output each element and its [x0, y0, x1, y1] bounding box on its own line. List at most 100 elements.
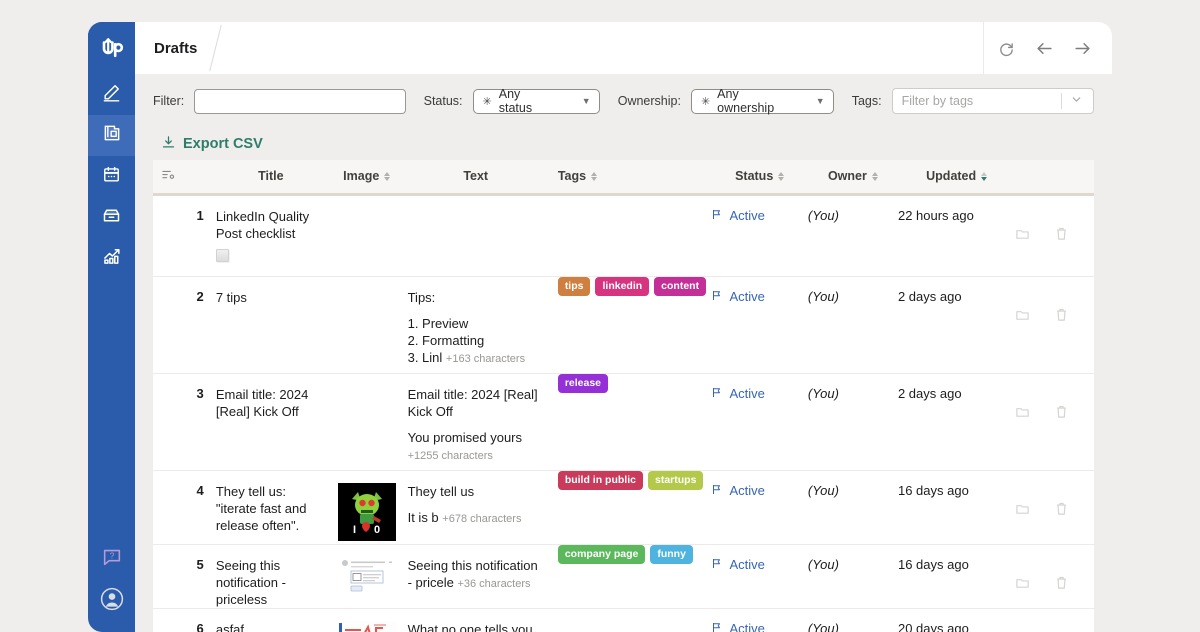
archive-icon[interactable] [1015, 404, 1030, 422]
column-label: Title [258, 169, 283, 183]
column-header-tags[interactable]: Tags [544, 160, 712, 194]
sidebar-item-analytics[interactable] [88, 238, 135, 279]
cell-status[interactable]: Active [711, 544, 807, 608]
sort-icon[interactable] [591, 172, 597, 181]
chart-thumbnail[interactable] [338, 621, 396, 632]
user-avatar-icon[interactable] [100, 587, 124, 616]
cell-text[interactable]: Email title: 2024 [Real] Kick OffYou pro… [408, 373, 544, 470]
forward-arrow-icon[interactable] [1072, 38, 1092, 58]
archive-icon[interactable] [1015, 226, 1030, 244]
refresh-icon[interactable] [996, 38, 1016, 58]
filter-input[interactable] [194, 89, 405, 114]
help-chat-icon[interactable]: ? [101, 546, 123, 573]
tag-chip[interactable]: company page [558, 545, 646, 564]
tag-chip[interactable]: funny [650, 545, 693, 564]
archive-icon[interactable] [1015, 575, 1030, 593]
cell-owner: (You) [808, 276, 898, 373]
cell-status[interactable]: Active [711, 194, 807, 276]
column-header-title[interactable]: Title [216, 160, 326, 194]
tab-drafts[interactable]: Drafts [135, 40, 197, 57]
cell-title[interactable]: 7 tips [216, 276, 326, 373]
trash-icon[interactable] [1054, 501, 1069, 519]
app-logo[interactable] [88, 22, 135, 74]
cell-title[interactable]: They tell us: "iterate fast and release … [216, 470, 326, 544]
trash-icon[interactable] [1054, 307, 1069, 325]
column-label: Owner [828, 169, 867, 183]
row-select-cell[interactable] [153, 544, 184, 608]
cell-status[interactable]: Active [711, 470, 807, 544]
column-header-text[interactable]: Text [408, 160, 544, 194]
row-select-cell[interactable] [153, 373, 184, 470]
cell-image[interactable] [326, 608, 408, 632]
cell-owner: (You) [808, 373, 898, 470]
archive-icon[interactable] [1015, 501, 1030, 519]
tag-chip[interactable]: linkedin [595, 277, 649, 296]
cell-image[interactable] [326, 194, 408, 276]
cell-title[interactable]: Email title: 2024 [Real] Kick Off [216, 373, 326, 470]
archive-icon[interactable] [1015, 307, 1030, 325]
cell-text[interactable]: What no one tells you [408, 608, 544, 632]
screenshot-thumbnail[interactable] [339, 557, 395, 600]
cell-title[interactable]: Seeing this notification - priceless [216, 544, 326, 608]
trash-icon[interactable] [1054, 575, 1069, 593]
ownership-select[interactable]: ✳ Any ownership ▼ [691, 89, 834, 114]
sidebar-bottom: ? [88, 546, 135, 616]
cell-image[interactable] [326, 544, 408, 608]
tag-chip[interactable]: build in public [558, 471, 643, 490]
cell-text[interactable]: Tips:1. Preview2. Formatting3. Linl +163… [408, 276, 544, 373]
tags-filter-input[interactable]: Filter by tags [892, 88, 1094, 114]
cell-tags [544, 608, 712, 632]
export-csv-button[interactable]: Export CSV [161, 135, 263, 154]
cell-text[interactable] [408, 194, 544, 276]
back-arrow-icon[interactable] [1034, 38, 1054, 58]
row-select-cell[interactable] [153, 194, 184, 276]
table-row[interactable]: 5 Seeing this notification - priceless S… [153, 544, 1094, 608]
cell-title[interactable]: asfaf [216, 608, 326, 632]
cell-text[interactable]: They tell usIt is b +678 characters [408, 470, 544, 544]
table-row[interactable]: 2 7 tips Tips:1. Preview2. Formatting3. … [153, 276, 1094, 373]
cell-image[interactable]: I 0 [326, 470, 408, 544]
table-row[interactable]: 4 They tell us: "iterate fast and releas… [153, 470, 1094, 544]
document-thumbnail[interactable] [216, 249, 229, 262]
cell-image[interactable] [326, 373, 408, 470]
sidebar-item-inbox[interactable] [88, 197, 135, 238]
column-header-owner[interactable]: Owner [808, 160, 898, 194]
column-header-updated[interactable]: Updated [898, 160, 1015, 194]
cell-status[interactable]: Active [711, 608, 807, 632]
cell-text[interactable]: Seeing this notification - pricele +36 c… [408, 544, 544, 608]
column-options-header[interactable] [153, 160, 184, 194]
table-row[interactable]: 1 LinkedIn Quality Post checklist Active… [153, 194, 1094, 276]
table-row[interactable]: 6 asfaf What no one tells you [153, 608, 1094, 632]
tag-chip[interactable]: release [558, 374, 608, 393]
cell-owner: (You) [808, 470, 898, 544]
table-row[interactable]: 3 Email title: 2024 [Real] Kick Off Emai… [153, 373, 1094, 470]
row-select-cell[interactable] [153, 608, 184, 632]
sort-icon[interactable] [778, 172, 784, 181]
row-select-cell[interactable] [153, 276, 184, 373]
row-actions [1015, 208, 1094, 244]
status-select[interactable]: ✳ Any status ▼ [473, 89, 600, 114]
column-header-status[interactable]: Status [711, 160, 807, 194]
tag-chip[interactable]: tips [558, 277, 591, 296]
status-label: Active [729, 208, 764, 223]
sidebar-item-compose[interactable] [88, 74, 135, 115]
sidebar-item-calendar[interactable] [88, 156, 135, 197]
cell-title[interactable]: LinkedIn Quality Post checklist [216, 194, 326, 276]
trash-icon[interactable] [1054, 404, 1069, 422]
sort-icon-active[interactable] [981, 172, 987, 181]
cell-status[interactable]: Active [711, 276, 807, 373]
cell-status[interactable]: Active [711, 373, 807, 470]
sidebar-item-drafts[interactable] [88, 115, 135, 156]
row-select-cell[interactable] [153, 470, 184, 544]
goblin-thumbnail[interactable]: I 0 [338, 483, 396, 544]
flag-icon [711, 208, 723, 224]
tab-divider [210, 25, 222, 71]
sort-icon[interactable] [384, 172, 390, 181]
tag-chip[interactable]: startups [648, 471, 703, 490]
cell-image[interactable] [326, 276, 408, 373]
sort-icon[interactable] [872, 172, 878, 181]
chevron-down-icon[interactable] [1070, 93, 1083, 109]
trash-icon[interactable] [1054, 226, 1069, 244]
tag-chip[interactable]: content [654, 277, 706, 296]
column-header-image[interactable]: Image [326, 160, 408, 194]
